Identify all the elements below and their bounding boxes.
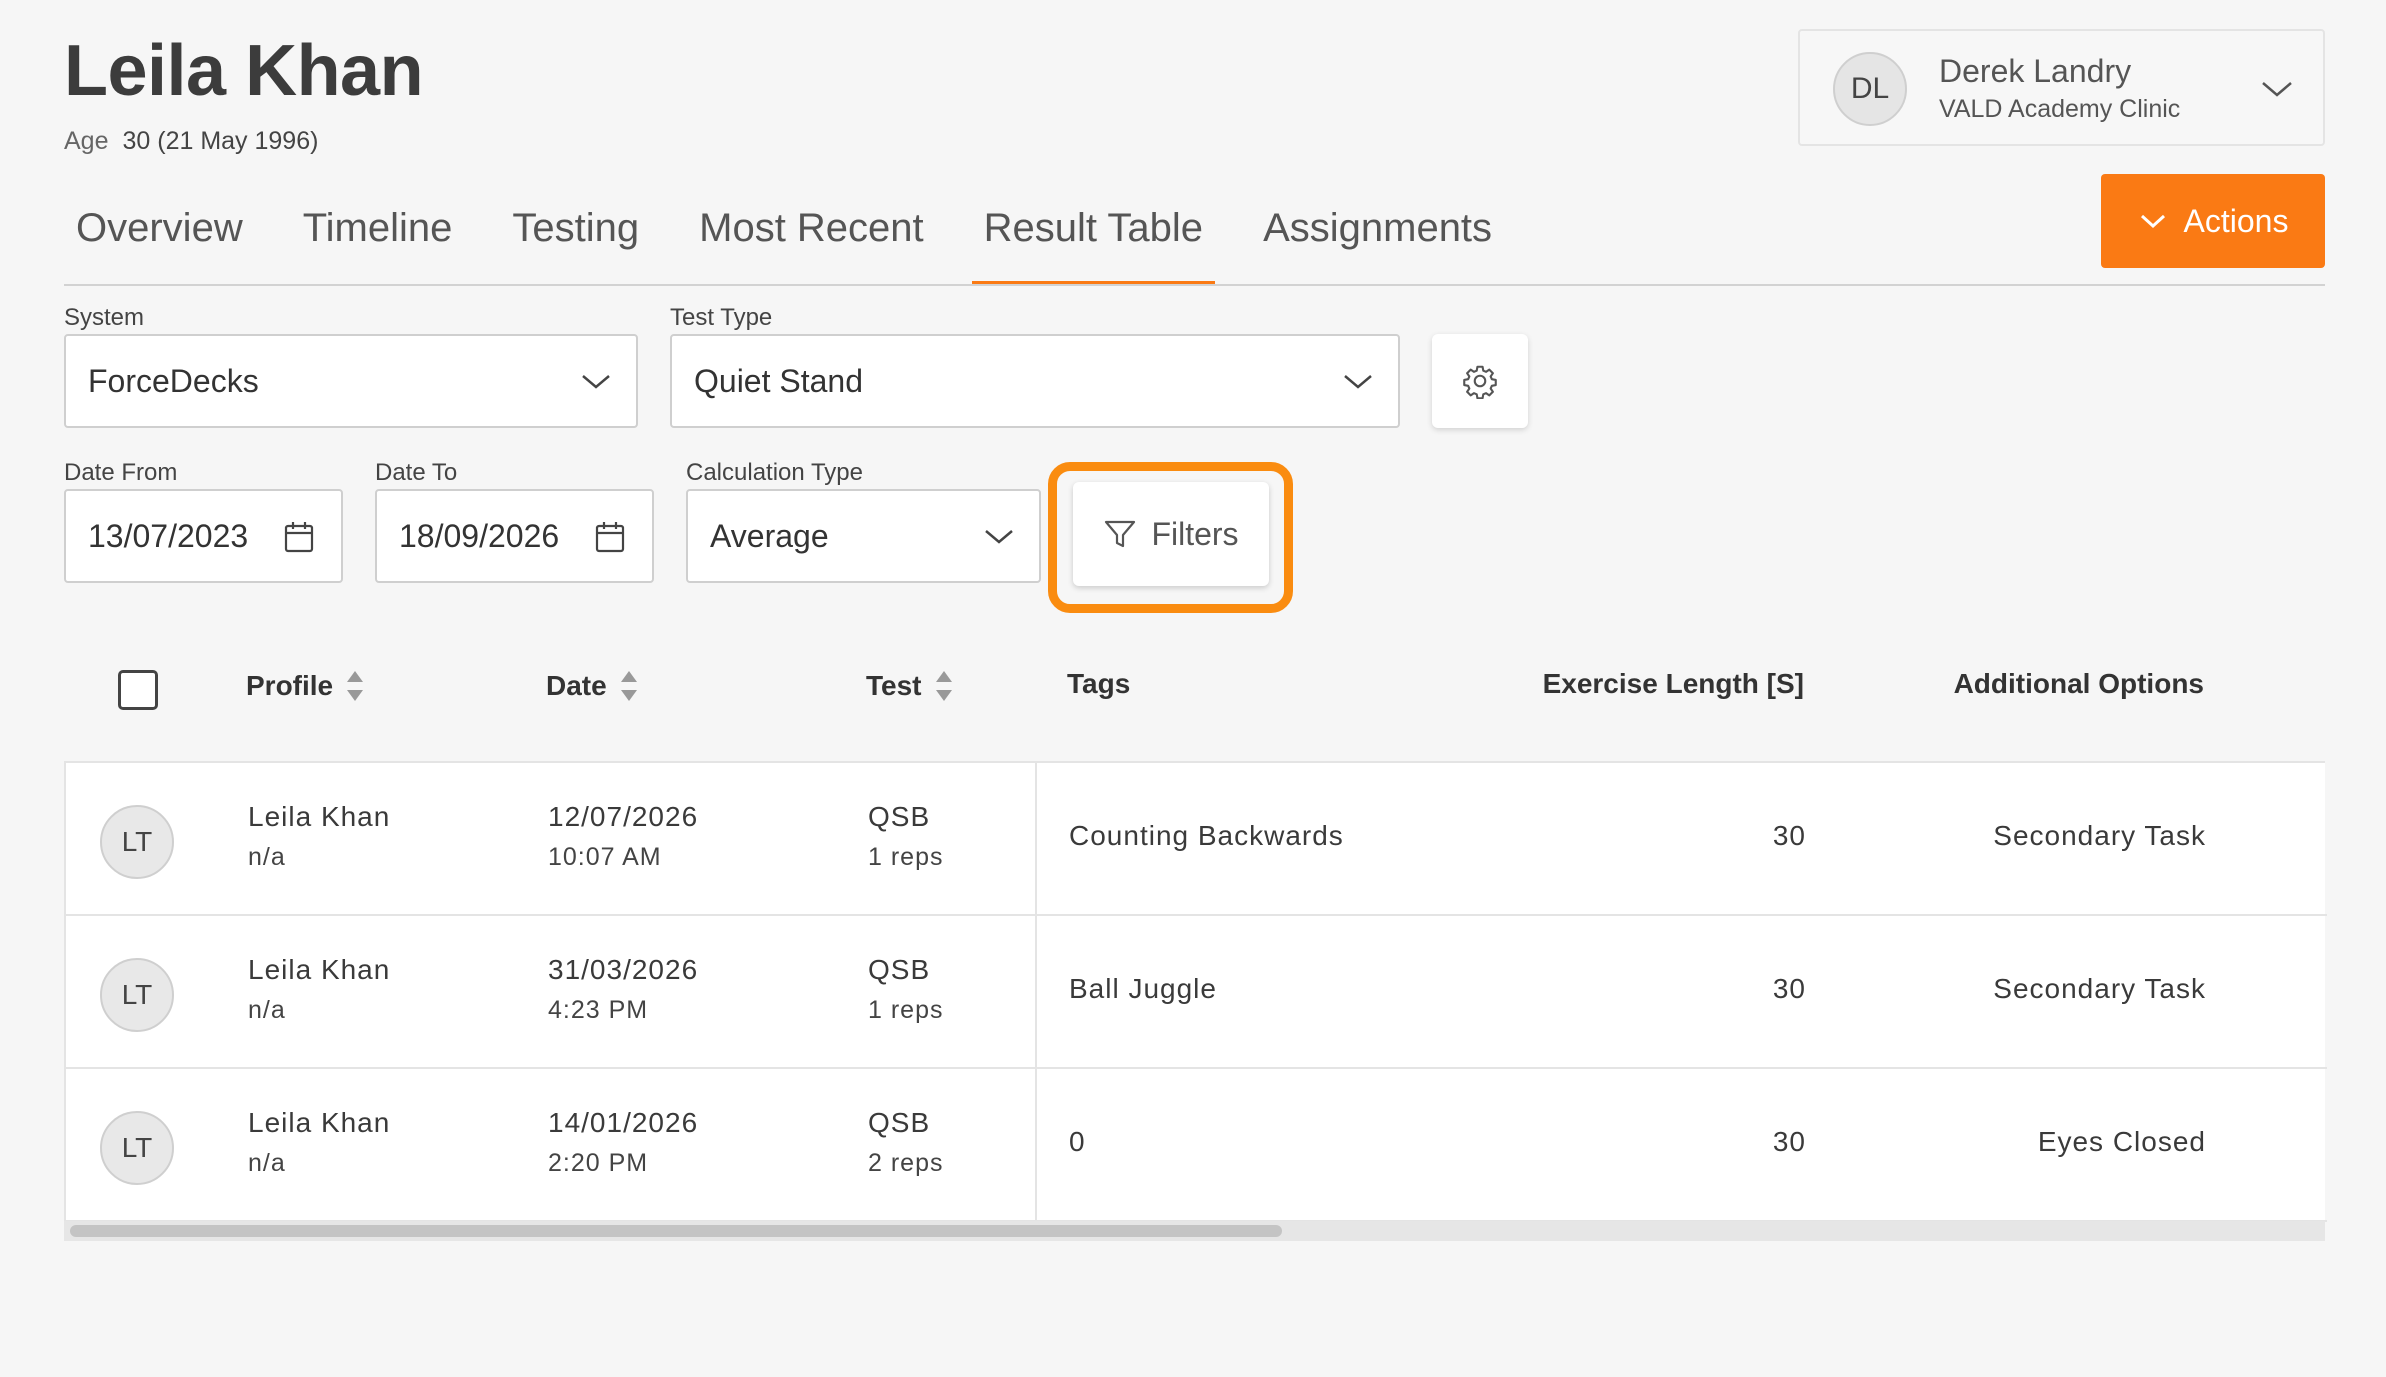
- tags-value: Ball Juggle: [1069, 973, 1217, 1004]
- column-label-date: Date: [546, 670, 607, 701]
- test-time: 2:20 PM: [548, 1149, 649, 1177]
- age-label: Age: [64, 127, 109, 155]
- test-time: 4:23 PM: [548, 996, 649, 1024]
- profile-name: Leila Khan: [248, 1107, 391, 1138]
- tab-divider: [64, 284, 2325, 286]
- column-divider: [1035, 1069, 1037, 1220]
- chevron-down-icon: [985, 530, 1013, 544]
- additional-options-value: Eyes Closed: [2037, 1126, 2206, 1157]
- chevron-down-icon: [2140, 214, 2165, 229]
- results-table: LT Leila Khan n/a 12/07/2026 10:07 AM QS…: [64, 761, 2327, 1222]
- test-type-label: Test Type: [670, 304, 773, 331]
- calculation-type-select[interactable]: Average: [686, 489, 1041, 583]
- test-reps: 2 reps: [868, 1149, 944, 1177]
- test-time: 10:07 AM: [548, 843, 662, 871]
- column-divider: [1035, 916, 1037, 1067]
- column-header-test[interactable]: Test: [866, 668, 954, 704]
- date-to-value: 18/09/2026: [399, 517, 560, 554]
- chevron-down-icon: [582, 375, 610, 389]
- test-date: 31/03/2026: [548, 954, 699, 985]
- table-row[interactable]: LT Leila Khan n/a 31/03/2026 4:23 PM QSB…: [66, 916, 2327, 1069]
- tab-timeline[interactable]: Timeline: [291, 190, 465, 285]
- calendar-icon[interactable]: [594, 520, 626, 554]
- date-to-label: Date To: [375, 459, 458, 486]
- calculation-type-value: Average: [710, 517, 829, 554]
- date-to-input[interactable]: 18/09/2026: [375, 489, 654, 583]
- test-name: QSB: [868, 954, 931, 985]
- tab-assignments[interactable]: Assignments: [1251, 190, 1504, 285]
- funnel-icon: [1105, 520, 1136, 548]
- user-avatar: DL: [1833, 52, 1907, 126]
- profile-name: Leila Khan: [248, 954, 391, 985]
- sort-icon[interactable]: [934, 668, 954, 704]
- exercise-length-value: 30: [1772, 820, 1806, 851]
- system-label: System: [64, 304, 145, 331]
- select-all-checkbox[interactable]: [118, 670, 158, 710]
- system-value: ForceDecks: [88, 362, 259, 399]
- filters-button[interactable]: Filters: [1073, 482, 1269, 586]
- sort-icon[interactable]: [619, 668, 639, 704]
- scrollbar-thumb[interactable]: [70, 1225, 1282, 1237]
- column-divider: [1035, 763, 1037, 914]
- profile-group: n/a: [248, 843, 286, 871]
- column-header-exercise-length: Exercise Length [S]: [1542, 668, 1804, 699]
- tab-most-recent[interactable]: Most Recent: [687, 190, 936, 285]
- system-select[interactable]: ForceDecks: [64, 334, 638, 428]
- date-from-label: Date From: [64, 459, 178, 486]
- date-from-value: 13/07/2023: [88, 517, 249, 554]
- exercise-length-value: 30: [1772, 973, 1806, 1004]
- table-settings-button[interactable]: [1432, 334, 1528, 428]
- age-value: 30 (21 May 1996): [122, 127, 319, 155]
- table-row[interactable]: LT Leila Khan n/a 12/07/2026 10:07 AM QS…: [66, 763, 2327, 916]
- date-from-input[interactable]: 13/07/2023: [64, 489, 343, 583]
- test-date: 12/07/2026: [548, 801, 699, 832]
- additional-options-value: Secondary Task: [1993, 820, 2206, 851]
- column-header-profile[interactable]: Profile: [246, 668, 365, 704]
- exercise-length-value: 30: [1772, 1126, 1806, 1157]
- tab-result-table[interactable]: Result Table: [971, 190, 1216, 285]
- tab-bar: Overview Timeline Testing Most Recent Re…: [64, 190, 1540, 285]
- test-reps: 1 reps: [868, 843, 944, 871]
- athlete-name: Leila Khan: [64, 31, 424, 111]
- avatar: LT: [100, 1111, 174, 1185]
- profile-name: Leila Khan: [248, 801, 391, 832]
- test-type-select[interactable]: Quiet Stand: [670, 334, 1400, 428]
- calculation-type-label: Calculation Type: [686, 459, 863, 486]
- table-row[interactable]: LT Leila Khan n/a 14/01/2026 2:20 PM QSB…: [66, 1069, 2327, 1222]
- gear-icon: [1463, 365, 1497, 399]
- column-label-test: Test: [866, 670, 922, 701]
- additional-options-value: Secondary Task: [1993, 973, 2206, 1004]
- tags-value: 0: [1069, 1126, 1086, 1157]
- tab-testing[interactable]: Testing: [500, 190, 651, 285]
- chevron-down-icon: [2262, 82, 2292, 97]
- avatar: LT: [100, 958, 174, 1032]
- column-header-additional-options: Additional Options: [1953, 668, 2204, 699]
- profile-group: n/a: [248, 1149, 286, 1177]
- profile-group: n/a: [248, 996, 286, 1024]
- actions-button[interactable]: Actions: [2101, 174, 2325, 268]
- column-header-tags: Tags: [1067, 668, 1131, 699]
- test-reps: 1 reps: [868, 996, 944, 1024]
- user-clinic: VALD Academy Clinic: [1939, 95, 2181, 123]
- athlete-age: Age 30 (21 May 1996): [64, 127, 318, 156]
- actions-label: Actions: [2183, 202, 2289, 239]
- calendar-icon[interactable]: [283, 520, 315, 554]
- test-type-value: Quiet Stand: [694, 362, 863, 399]
- filters-label: Filters: [1151, 515, 1239, 552]
- test-name: QSB: [868, 801, 931, 832]
- user-account-menu[interactable]: DL Derek Landry VALD Academy Clinic: [1798, 29, 2325, 146]
- sort-icon[interactable]: [345, 668, 365, 704]
- tab-overview[interactable]: Overview: [64, 190, 255, 285]
- test-date: 14/01/2026: [548, 1107, 699, 1138]
- tags-value: Counting Backwards: [1069, 820, 1344, 851]
- avatar: LT: [100, 805, 174, 879]
- column-label-profile: Profile: [246, 670, 334, 701]
- user-name: Derek Landry: [1939, 53, 2132, 89]
- test-name: QSB: [868, 1107, 931, 1138]
- column-header-date[interactable]: Date: [546, 668, 639, 704]
- chevron-down-icon: [1344, 375, 1372, 389]
